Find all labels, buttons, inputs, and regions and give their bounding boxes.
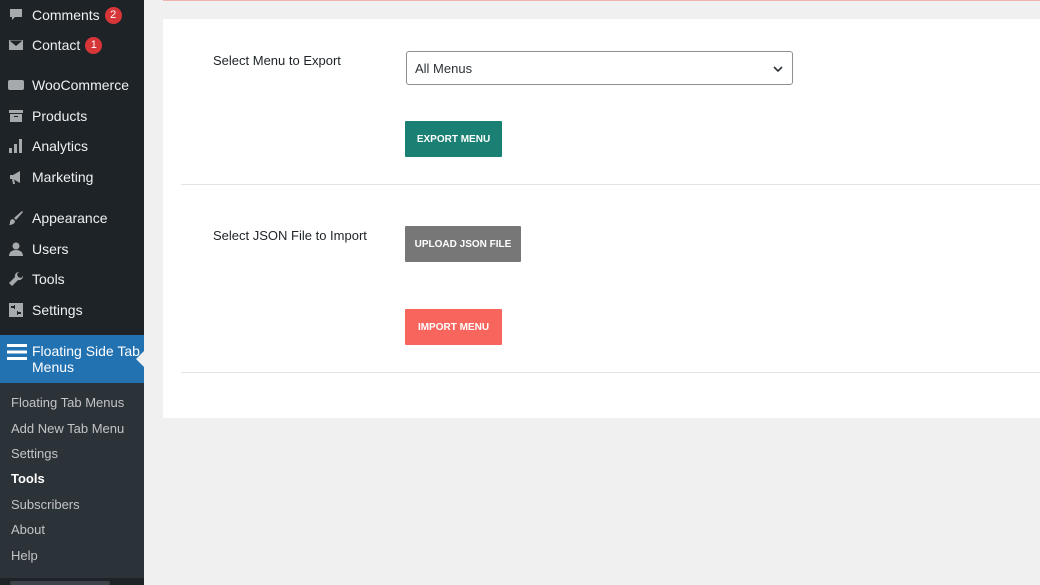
submenu-item-subscribers[interactable]: Subscribers (11, 497, 80, 512)
notification-badge: 1 (85, 36, 103, 54)
sidebar-item-tools[interactable]: Tools (0, 264, 144, 294)
brush-icon (8, 210, 24, 226)
export-menu-button[interactable]: EXPORT MENU (405, 121, 502, 157)
woocommerce-icon (8, 77, 24, 93)
sidebar-item-label: Appearance (32, 210, 108, 226)
sidebar-item-products[interactable]: Products (0, 101, 144, 131)
divider (181, 184, 1040, 185)
sidebar-item-label: Marketing (32, 169, 94, 185)
menu-lines-icon (7, 343, 27, 361)
megaphone-icon (8, 169, 24, 185)
comment-icon (8, 7, 24, 23)
submenu-item-about[interactable]: About (11, 522, 45, 537)
mail-icon (8, 37, 24, 53)
bar-chart-icon (8, 138, 24, 154)
sidebar-item-label: Tools (32, 271, 65, 287)
menu-select-value: All Menus (415, 61, 473, 76)
sidebar-item-contact[interactable]: Contact 1 (0, 30, 144, 60)
sidebar-item-label: Analytics (32, 138, 89, 154)
sidebar-item-label: WooCommerce (32, 77, 129, 93)
chevron-down-icon (772, 62, 784, 74)
notice-border (163, 0, 1040, 1)
sidebar-item-users[interactable]: Users (0, 234, 144, 264)
sidebar-item-label: Products (32, 108, 88, 124)
export-label: Select Menu to Export (213, 53, 341, 68)
admin-sidebar: Comments 2 Contact 1 WooCommerce Product… (0, 0, 144, 585)
upload-json-button[interactable]: UPLOAD JSON FILE (405, 226, 521, 262)
submenu-item-tools[interactable]: Tools (11, 471, 45, 486)
current-page-arrow (136, 351, 144, 367)
import-label: Select JSON File to Import (213, 228, 367, 243)
next-menu-item-label (10, 581, 110, 585)
sidebar-item-label: Settings (32, 302, 83, 318)
divider (181, 372, 1040, 373)
sidebar-item-label: Users (32, 241, 69, 257)
sidebar-item-analytics[interactable]: Analytics (0, 131, 144, 161)
submenu-item-floating-tab-menus[interactable]: Floating Tab Menus (11, 395, 124, 410)
sidebar-item-marketing[interactable]: Marketing (0, 162, 144, 192)
sidebar-item-appearance[interactable]: Appearance (0, 203, 144, 233)
submenu-item-settings[interactable]: Settings (11, 446, 58, 461)
sidebar-item-label: Floating Side Tab Menus (32, 343, 140, 375)
sidebar-item-comments[interactable]: Comments 2 (0, 0, 144, 30)
sliders-icon (8, 302, 24, 318)
user-icon (8, 241, 24, 257)
notification-badge: 2 (104, 6, 122, 24)
sidebar-item-label: Contact (32, 37, 81, 53)
import-menu-button[interactable]: IMPORT MENU (405, 309, 502, 345)
sidebar-item-woocommerce[interactable]: WooCommerce (0, 70, 144, 100)
wrench-icon (8, 271, 24, 287)
sidebar-item-label: Comments (32, 7, 100, 23)
menu-select[interactable]: All Menus (406, 51, 793, 85)
tools-panel: Select Menu to Export All Menus EXPORT M… (163, 19, 1040, 418)
sidebar-item-floating-side-tab-menus[interactable]: Floating Side Tab Menus (0, 335, 144, 383)
submenu-item-add-new-tab-menu[interactable]: Add New Tab Menu (11, 421, 124, 436)
submenu-item-help[interactable]: Help (11, 548, 38, 563)
sidebar-item-settings[interactable]: Settings (0, 295, 144, 325)
archive-icon (8, 108, 24, 124)
